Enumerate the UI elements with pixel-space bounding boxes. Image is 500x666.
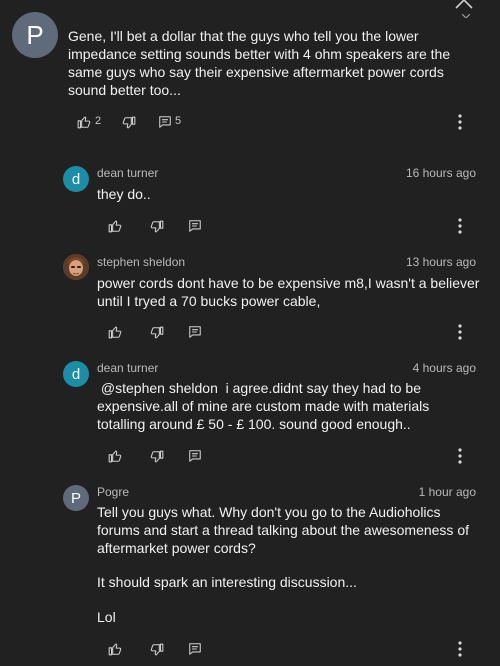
reply-icon bbox=[159, 116, 171, 128]
thumb-up-icon bbox=[77, 116, 91, 129]
avatar-letter: P bbox=[26, 19, 44, 50]
like-button[interactable] bbox=[108, 641, 126, 657]
thumb-down-icon bbox=[150, 450, 164, 463]
author-name[interactable]: dean turner bbox=[97, 361, 158, 375]
dislike-button[interactable] bbox=[150, 449, 168, 465]
reply-button[interactable] bbox=[188, 324, 206, 340]
thumb-down-icon bbox=[150, 326, 164, 339]
dislike-button[interactable] bbox=[150, 219, 168, 235]
timestamp[interactable]: 1 hour ago bbox=[419, 485, 476, 499]
avatar[interactable]: d bbox=[63, 166, 89, 192]
reply-button[interactable] bbox=[158, 114, 176, 130]
reply-button[interactable] bbox=[188, 218, 206, 234]
avatar[interactable]: P bbox=[12, 12, 58, 58]
avatar-photo bbox=[63, 254, 89, 280]
thumb-down-icon bbox=[150, 220, 164, 233]
avatar-letter: P bbox=[70, 489, 81, 507]
dislike-button[interactable] bbox=[122, 115, 140, 131]
comment-text: It should spark an interesting discussio… bbox=[97, 574, 357, 590]
thumb-up-icon bbox=[108, 643, 122, 656]
avatar-letter: d bbox=[71, 365, 81, 383]
thumb-down-icon bbox=[122, 116, 136, 129]
like-count: 2 bbox=[95, 115, 102, 127]
thumb-up-icon bbox=[108, 220, 122, 233]
dislike-button[interactable] bbox=[150, 325, 168, 341]
more-vert-icon[interactable] bbox=[458, 448, 462, 464]
more-vert-icon[interactable] bbox=[458, 324, 462, 340]
avatar-letter: d bbox=[71, 170, 81, 188]
avatar[interactable]: P bbox=[63, 485, 89, 511]
author-name[interactable]: dean turner bbox=[97, 166, 158, 180]
timestamp[interactable]: 4 hours ago bbox=[413, 361, 476, 375]
reply-button[interactable] bbox=[188, 641, 206, 657]
close-icon[interactable] bbox=[452, 0, 476, 12]
dislike-button[interactable] bbox=[150, 642, 168, 658]
like-button[interactable] bbox=[77, 114, 95, 130]
reply-icon bbox=[189, 450, 201, 462]
comment-text: Lol bbox=[97, 609, 116, 625]
reply-icon bbox=[189, 326, 201, 338]
timestamp[interactable]: 13 hours ago bbox=[406, 255, 476, 269]
author-name[interactable]: Pogre bbox=[97, 485, 129, 499]
thumb-down-icon bbox=[150, 643, 164, 656]
more-vert-icon[interactable] bbox=[458, 114, 462, 130]
thumb-up-icon bbox=[108, 326, 122, 339]
comment-text: @stephen sheldon i agree.didnt say they … bbox=[97, 380, 434, 432]
more-vert-icon[interactable] bbox=[458, 218, 462, 234]
comment-text: they do.. bbox=[97, 186, 151, 202]
comment-text: Gene, I'll bet a dollar that the guys wh… bbox=[68, 28, 451, 98]
comment-text: Tell you guys what. Why don't you go to … bbox=[97, 504, 469, 556]
timestamp[interactable]: 16 hours ago bbox=[406, 166, 476, 180]
reply-count: 5 bbox=[175, 115, 182, 127]
avatar[interactable]: d bbox=[63, 361, 89, 387]
comment-text: power cords dont have to be expensive m8… bbox=[97, 275, 480, 309]
like-button[interactable] bbox=[108, 448, 126, 464]
like-button[interactable] bbox=[108, 218, 126, 234]
more-vert-icon[interactable] bbox=[458, 641, 462, 657]
reply-icon bbox=[189, 220, 201, 232]
reply-button[interactable] bbox=[188, 448, 206, 464]
like-button[interactable] bbox=[108, 324, 126, 340]
reply-icon bbox=[189, 643, 201, 655]
thumb-up-icon bbox=[108, 450, 122, 463]
author-name[interactable]: stephen sheldon bbox=[97, 255, 185, 269]
cut-glyph bbox=[462, 14, 470, 18]
avatar[interactable] bbox=[63, 254, 89, 280]
